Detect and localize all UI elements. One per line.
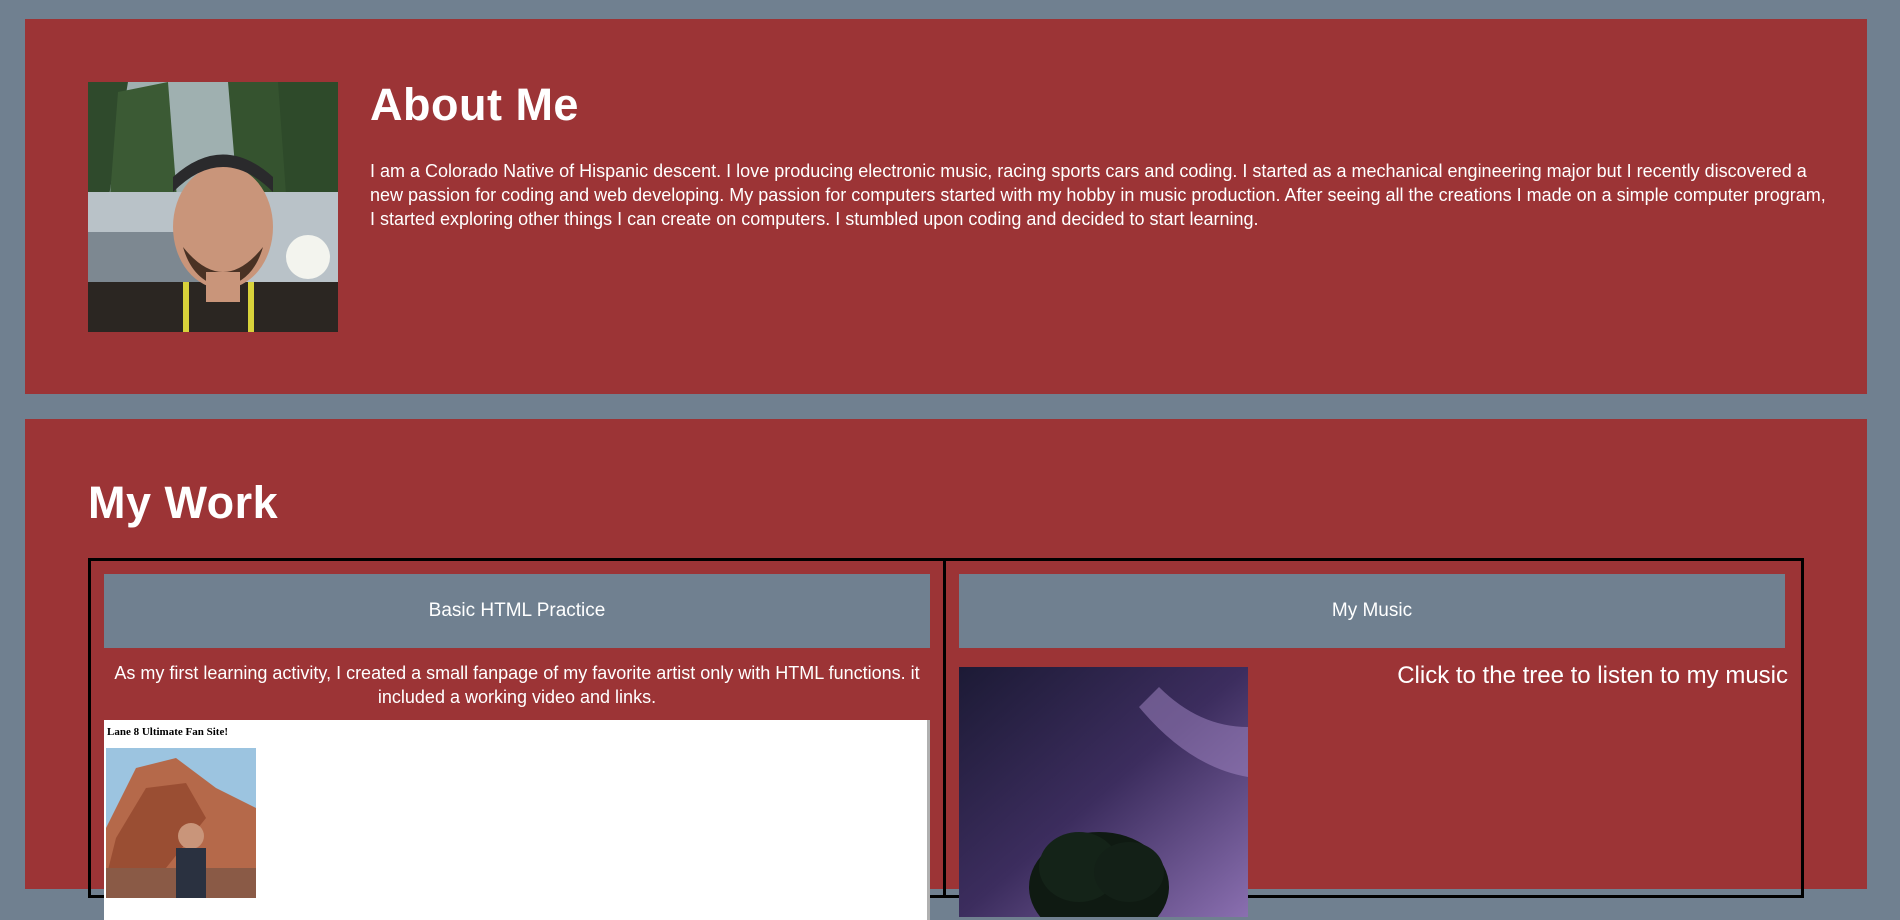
project-card-music: My Music Click to the tree to listen to … [946, 561, 1801, 917]
music-cta: Click to the tree to listen to my music [1397, 662, 1788, 689]
project-description-html: As my first learning activity, I created… [114, 663, 920, 707]
work-section: My Work Basic HTML Practice As my first … [25, 419, 1867, 920]
project-card-html: Basic HTML Practice As my first learning… [91, 561, 946, 920]
work-title: My Work [88, 477, 279, 528]
fansite-preview[interactable]: Lane 8 Ultimate Fan Site! [104, 720, 930, 920]
about-description: I am a Colorado Native of Hispanic desce… [370, 161, 1826, 229]
projects-grid: Basic HTML Practice As my first learning… [88, 558, 1804, 920]
about-section: About Me I am a Colorado Native of Hispa… [25, 19, 1867, 394]
preview-scrollbar[interactable] [927, 720, 930, 920]
project-header-html[interactable]: Basic HTML Practice [104, 574, 930, 648]
preview-title: Lane 8 Ultimate Fan Site! [107, 726, 228, 738]
preview-photo [106, 748, 256, 898]
profile-photo [88, 82, 338, 332]
tree-photo-link[interactable] [959, 667, 1248, 917]
project-header-music[interactable]: My Music [959, 574, 1785, 648]
about-title: About Me [370, 79, 579, 130]
